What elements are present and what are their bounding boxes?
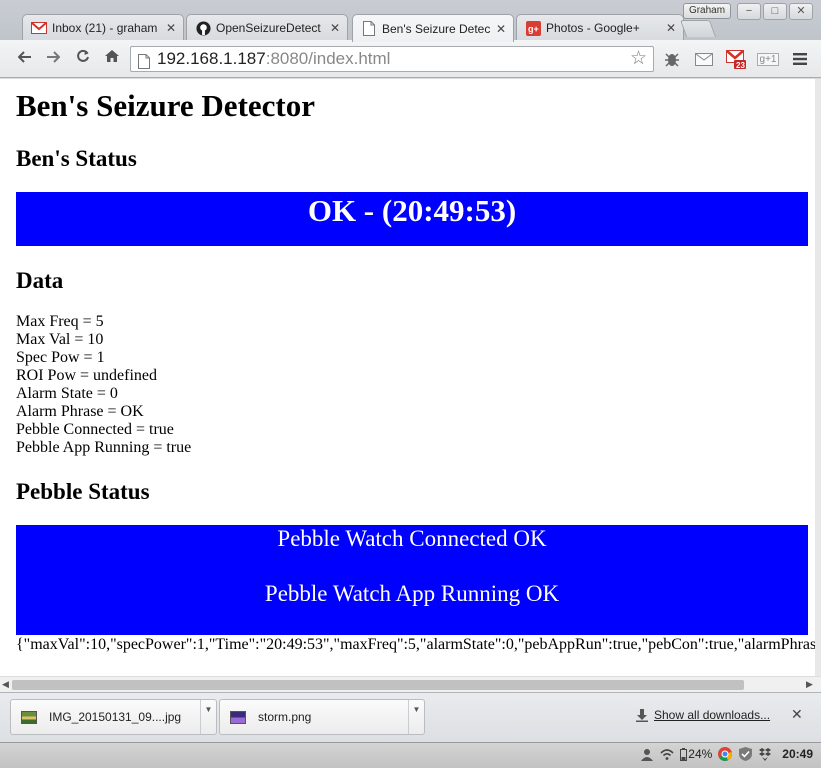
window-controls: − □ ✕ — [737, 3, 813, 20]
gplus-label: g+1 — [756, 52, 780, 66]
close-icon[interactable]: ✕ — [665, 21, 677, 35]
horizontal-scrollbar[interactable]: ◀ ▶ — [0, 676, 821, 692]
data-line-spec-pow: Spec Pow = 1 — [16, 349, 105, 366]
tab-strip: Inbox (21) - graham ✕ OpenSeizureDetect … — [0, 0, 821, 42]
page-title: Ben's Seizure Detector — [16, 88, 315, 123]
raw-json-text: {"maxVal":10,"specPower":1,"Time":"20:49… — [16, 636, 815, 653]
pebble-app-running-text: Pebble Watch App Running OK — [264, 581, 560, 606]
address-bar[interactable]: 192.168.1.187:8080/index.html ☆ — [130, 46, 654, 72]
image-file-icon — [21, 710, 37, 724]
mail-icon[interactable] — [693, 49, 715, 69]
pebble-heading: Pebble Status — [16, 479, 150, 504]
data-list: Max Freq = 5 Max Val = 10 Spec Pow = 1 R… — [16, 313, 191, 457]
profile-button[interactable]: Graham — [683, 3, 731, 19]
system-taskbar: 24% 20:49 — [0, 742, 821, 768]
data-line-max-val: Max Val = 10 — [16, 331, 104, 348]
data-line-max-freq: Max Freq = 5 — [16, 313, 104, 330]
download-filename: IMG_20150131_09....jpg — [49, 710, 182, 724]
minimize-button[interactable]: − — [737, 3, 761, 20]
download-item[interactable]: storm.png ▼ — [219, 699, 425, 735]
github-icon — [195, 20, 211, 36]
download-filename: storm.png — [258, 710, 312, 724]
bug-extension-icon[interactable] — [661, 49, 683, 69]
data-heading: Data — [16, 268, 64, 293]
close-icon[interactable]: ✕ — [165, 21, 177, 35]
data-line-alarm-state: Alarm State = 0 — [16, 385, 118, 402]
gmail-checker-icon[interactable]: 23 — [725, 49, 747, 70]
clock[interactable]: 20:49 — [782, 747, 813, 761]
menu-icon[interactable] — [789, 49, 811, 69]
tab-title: OpenSeizureDetect — [216, 21, 321, 35]
scroll-right-arrow-icon[interactable]: ▶ — [806, 679, 813, 690]
back-arrow-icon[interactable] — [14, 49, 36, 69]
pebble-connected-text: Pebble Watch Connected OK — [277, 526, 547, 551]
pebble-status-banner: Pebble Watch Connected OK Pebble Watch A… — [16, 525, 808, 635]
google-plus-one-icon[interactable]: g+1 — [756, 49, 780, 69]
browser-toolbar: 192.168.1.187:8080/index.html ☆ 23 g+1 — [0, 40, 821, 78]
forward-arrow-icon[interactable] — [42, 49, 64, 69]
battery-indicator[interactable]: 24% — [680, 747, 712, 761]
home-icon[interactable] — [101, 49, 123, 69]
tab-inbox[interactable]: Inbox (21) - graham ✕ — [22, 14, 184, 41]
tab-photos[interactable]: g+ Photos - Google+ ✕ — [516, 14, 684, 41]
user-icon[interactable] — [640, 747, 654, 761]
battery-percent: 24% — [688, 747, 713, 761]
svg-text:g+: g+ — [528, 24, 539, 34]
url-path: :8080/index.html — [265, 49, 391, 68]
status-banner: OK - (20:49:53) — [16, 192, 808, 246]
page-icon — [361, 21, 377, 37]
scroll-left-arrow-icon[interactable]: ◀ — [2, 679, 9, 690]
data-line-pebble-app-running: Pebble App Running = true — [16, 439, 192, 456]
dropbox-icon[interactable] — [758, 747, 772, 761]
chrome-icon[interactable] — [718, 747, 733, 761]
tab-title: Photos - Google+ — [546, 21, 640, 35]
gmail-icon — [31, 20, 47, 36]
data-line-alarm-phrase: Alarm Phrase = OK — [16, 403, 144, 420]
close-icon[interactable]: ✕ — [495, 22, 507, 36]
page-viewport[interactable]: Ben's Seizure Detector Ben's Status OK -… — [8, 79, 815, 676]
shield-icon[interactable] — [738, 747, 752, 761]
status-heading: Ben's Status — [16, 146, 137, 171]
data-line-roi-pow: ROI Pow = undefined — [16, 367, 158, 384]
scrollbar-thumb[interactable] — [12, 680, 744, 690]
download-arrow-icon — [636, 708, 648, 722]
page-icon — [138, 52, 150, 76]
reload-icon[interactable] — [72, 49, 94, 69]
url-host: 192.168.1.187 — [157, 49, 266, 68]
close-icon[interactable]: ✕ — [791, 706, 803, 723]
image-file-icon — [230, 710, 246, 724]
bookmark-star-icon[interactable]: ☆ — [630, 47, 647, 71]
close-icon[interactable]: ✕ — [329, 21, 341, 35]
tab-title: Ben's Seizure Detec — [382, 21, 491, 36]
chevron-down-icon[interactable]: ▼ — [408, 700, 424, 734]
data-line-pebble-connected: Pebble Connected = true — [16, 421, 174, 438]
battery-icon — [680, 747, 688, 761]
download-item[interactable]: IMG_20150131_09....jpg ▼ — [10, 699, 217, 735]
chevron-down-icon[interactable]: ▼ — [200, 700, 216, 734]
tab-seizure-detector[interactable]: Ben's Seizure Detec ✕ — [352, 14, 514, 42]
wifi-icon[interactable] — [660, 747, 674, 761]
show-all-downloads-link[interactable]: Show all downloads... — [636, 708, 770, 722]
system-tray: 24% 20:49 — [640, 747, 813, 761]
maximize-button[interactable]: □ — [763, 3, 787, 20]
tab-github[interactable]: OpenSeizureDetect ✕ — [186, 14, 348, 41]
tab-title: Inbox (21) - graham — [52, 21, 158, 35]
vertical-scrollbar[interactable] — [815, 79, 821, 676]
window-edge — [0, 79, 8, 676]
google-plus-icon: g+ — [525, 20, 541, 36]
new-tab-button[interactable] — [679, 20, 717, 37]
window-close-button[interactable]: ✕ — [789, 3, 813, 20]
gmail-badge-count: 23 — [736, 61, 745, 70]
download-shelf: IMG_20150131_09....jpg ▼ storm.png ▼ Sho… — [0, 692, 821, 742]
